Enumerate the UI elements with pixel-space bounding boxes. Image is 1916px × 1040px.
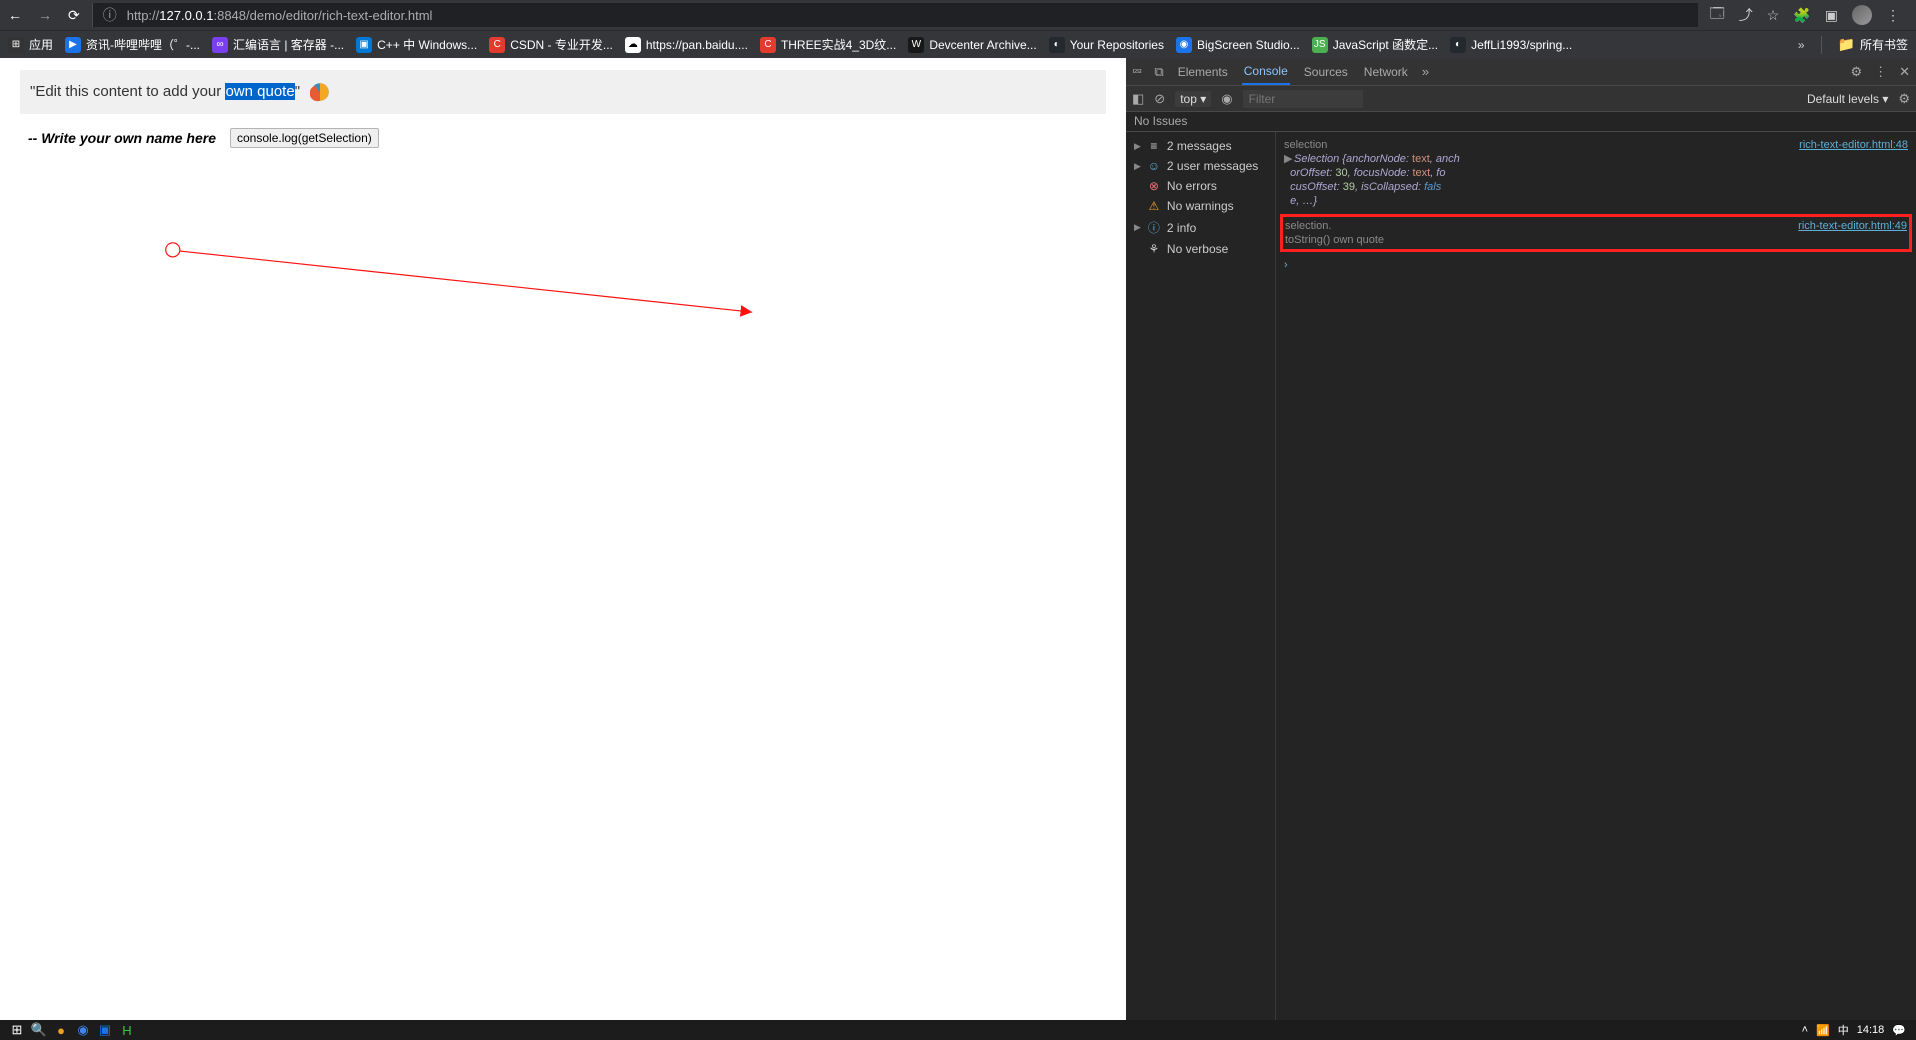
tab-elements[interactable]: Elements <box>1176 58 1230 85</box>
bookmark-item[interactable]: CTHREE实战4_3D纹... <box>760 36 896 53</box>
clear-console-icon[interactable]: ⊘ <box>1154 91 1165 107</box>
tab-console[interactable]: Console <box>1242 58 1290 85</box>
taskbar-app[interactable]: ▣ <box>94 1022 116 1038</box>
ime-indicator[interactable]: 中 <box>1838 1022 1849 1038</box>
settings-icon[interactable]: ⚙ <box>1850 64 1862 80</box>
quote-selected-text: own quote <box>225 83 294 100</box>
log-selection-button[interactable]: console.log(getSelection) <box>230 128 379 148</box>
bookmark-item[interactable]: CCSDN - 专业开发... <box>489 36 613 53</box>
all-bookmarks[interactable]: 📁所有书签 <box>1838 36 1908 53</box>
taskbar-app[interactable]: H <box>116 1023 138 1038</box>
search-icon[interactable]: 🔍 <box>28 1022 50 1038</box>
share-icon[interactable]: ⤴ <box>1739 5 1753 25</box>
bookmark-item[interactable]: ☁https://pan.baidu.... <box>625 37 748 53</box>
bookmarks-bar: ⊞ 应用 ▶资讯-哔哩哔哩（゜-... ∞汇编语言 | 客存器 -... ▣C+… <box>0 30 1916 58</box>
console-log-entry-highlighted[interactable]: selection.rich-text-editor.html:49 toStr… <box>1280 214 1912 252</box>
inspect-icon[interactable]: ⮹ <box>1132 64 1142 80</box>
console-log-entry[interactable]: selection rich-text-editor.html:48 ▶Sele… <box>1280 136 1912 210</box>
bookmark-item[interactable]: ▶资讯-哔哩哔哩（゜-... <box>65 36 200 53</box>
nav-buttons: ← → ⟳ <box>8 7 80 24</box>
windows-taskbar: ⊞ 🔍 ● ◉ ▣ H ˄ 📶 中 14:18 💬 <box>0 1020 1916 1040</box>
apps-shortcut[interactable]: ⊞ 应用 <box>8 36 53 53</box>
sidebar-toggle-icon[interactable]: ◧ <box>1132 91 1144 107</box>
devtools-menu-icon[interactable]: ⋮ <box>1874 64 1887 80</box>
filter-verbose[interactable]: ▶⚘No verbose <box>1126 239 1275 259</box>
editable-quote[interactable]: "Edit this content to add your own quote… <box>20 70 1106 114</box>
start-button[interactable]: ⊞ <box>6 1022 28 1038</box>
profile-avatar[interactable] <box>1852 5 1872 25</box>
filter-errors[interactable]: ▶⊗No errors <box>1126 176 1275 196</box>
issues-bar[interactable]: No Issues <box>1126 112 1916 132</box>
more-tabs-icon[interactable]: » <box>1422 64 1429 79</box>
notifications-icon[interactable]: 💬 <box>1892 1024 1906 1037</box>
reading-list-icon[interactable]: ▣ <box>1825 7 1838 24</box>
translate-icon[interactable]: 🗔 <box>1710 3 1725 27</box>
execution-context[interactable]: top ▾ <box>1175 91 1211 107</box>
console-log-area[interactable]: selection rich-text-editor.html:48 ▶Sele… <box>1276 132 1916 1020</box>
devtools-tabs: ⮹ ⧉ Elements Console Sources Network » ⚙… <box>1126 58 1916 86</box>
devtools-panel: ⮹ ⧉ Elements Console Sources Network » ⚙… <box>1126 58 1916 1020</box>
source-link[interactable]: rich-text-editor.html:49 <box>1798 219 1907 233</box>
info-icon[interactable]: ⓘ <box>103 5 117 25</box>
main-area: "Edit this content to add your own quote… <box>0 58 1916 1020</box>
quote-text-before: "Edit this content to add your <box>30 83 225 100</box>
filter-info[interactable]: ▶ⓘ2 info <box>1126 216 1275 239</box>
live-expression-icon[interactable]: ◉ <box>1221 91 1232 107</box>
source-link[interactable]: rich-text-editor.html:48 <box>1799 138 1908 152</box>
page-content-pane: "Edit this content to add your own quote… <box>0 58 1126 1020</box>
name-placeholder-text[interactable]: -- Write your own name here <box>28 130 216 146</box>
console-prompt[interactable]: › <box>1280 256 1912 274</box>
browser-toolbar: ← → ⟳ ⓘ http://127.0.0.1:8848/demo/edito… <box>0 0 1916 30</box>
console-toolbar: ◧ ⊘ top ▾ ◉ Default levels ▾ ⚙ <box>1126 86 1916 112</box>
extensions-icon[interactable]: 🧩 <box>1793 7 1810 24</box>
toolbar-right: 🗔 ⤴ ☆ 🧩 ▣ ⋮ <box>1710 3 1908 27</box>
bookmark-item[interactable]: ▣C++ 中 Windows... <box>356 36 477 53</box>
quote-text-after: " <box>295 83 300 100</box>
bookmark-item[interactable]: ∞汇编语言 | 客存器 -... <box>212 36 344 53</box>
tray-network-icon[interactable]: 📶 <box>1816 1024 1830 1037</box>
filter-warnings[interactable]: ▶⚠No warnings <box>1126 196 1275 216</box>
annotation-arrow <box>0 58 1126 1020</box>
firefox-icon <box>310 82 330 102</box>
menu-icon[interactable]: ⋮ <box>1886 7 1900 24</box>
reload-icon[interactable]: ⟳ <box>68 7 80 24</box>
bookmark-item[interactable]: ◐Your Repositories <box>1049 37 1164 53</box>
bookmark-item[interactable]: WDevcenter Archive... <box>908 37 1036 53</box>
taskbar-app[interactable]: ● <box>50 1023 72 1038</box>
back-icon[interactable]: ← <box>8 7 22 23</box>
bookmark-item[interactable]: ◐JeffLi1993/spring... <box>1450 37 1572 53</box>
tab-network[interactable]: Network <box>1362 58 1410 85</box>
device-toggle-icon[interactable]: ⧉ <box>1154 64 1163 80</box>
overflow-icon[interactable]: » <box>1798 38 1805 52</box>
clock[interactable]: 14:18 <box>1857 1024 1885 1036</box>
log-levels-select[interactable]: Default levels ▾ <box>1807 92 1888 106</box>
filter-messages[interactable]: ▶≡2 messages <box>1126 136 1275 156</box>
console-settings-icon[interactable]: ⚙ <box>1898 91 1910 107</box>
address-bar[interactable]: ⓘ http://127.0.0.1:8848/demo/editor/rich… <box>92 3 1698 27</box>
console-filter-input[interactable] <box>1243 90 1363 108</box>
console-sidebar: ▶≡2 messages ▶☺2 user messages ▶⊗No erro… <box>1126 132 1276 1020</box>
tray-chevron-icon[interactable]: ˄ <box>1802 1024 1808 1036</box>
forward-icon[interactable]: → <box>38 7 52 23</box>
taskbar-app[interactable]: ◉ <box>72 1022 94 1038</box>
star-icon[interactable]: ☆ <box>1767 7 1780 24</box>
close-devtools-icon[interactable]: ✕ <box>1899 64 1910 80</box>
tab-sources[interactable]: Sources <box>1302 58 1350 85</box>
filter-user-messages[interactable]: ▶☺2 user messages <box>1126 156 1275 176</box>
url-text: http://127.0.0.1:8848/demo/editor/rich-t… <box>127 8 433 23</box>
bookmark-item[interactable]: JSJavaScript 函数定... <box>1312 36 1438 53</box>
bookmark-item[interactable]: ◉BigScreen Studio... <box>1176 37 1300 53</box>
